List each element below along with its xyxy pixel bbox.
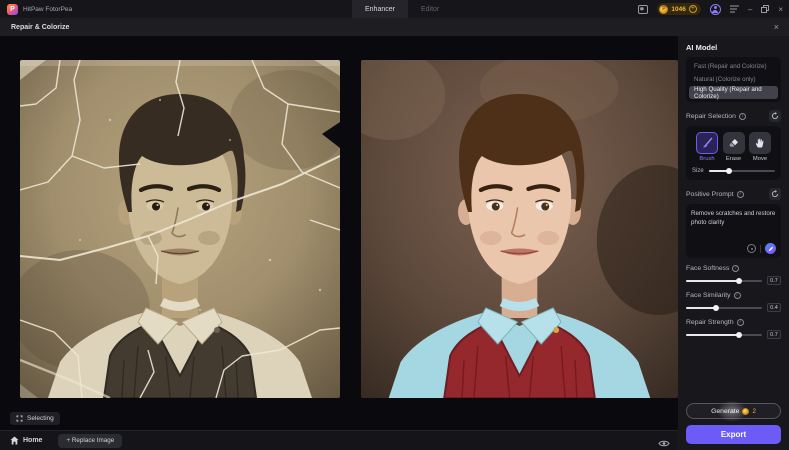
photo-before[interactable] xyxy=(20,60,340,398)
feature-header: Repair & Colorize × xyxy=(0,18,789,36)
credits-count: 1046 xyxy=(671,6,685,13)
repair-selection-label: Repair Selection i xyxy=(686,113,746,120)
tab-enhancer[interactable]: Enhancer xyxy=(352,0,408,18)
repair-strength-slider[interactable] xyxy=(686,334,762,336)
prompt-target-icon[interactable] xyxy=(747,244,756,253)
feature-title: Repair & Colorize xyxy=(11,24,69,31)
menu-icon[interactable] xyxy=(730,5,739,13)
repair-strength-thumb[interactable] xyxy=(736,332,742,338)
size-slider-thumb[interactable] xyxy=(726,168,732,174)
titlebar: P HitPaw FotorPea Enhancer Editor P 1046… xyxy=(0,0,789,18)
face-similarity-thumb[interactable] xyxy=(713,305,719,311)
model-option-fast[interactable]: Fast (Repair and Colorize) xyxy=(689,60,778,73)
prompt-text: Remove scratches and restore photo clari… xyxy=(691,209,776,228)
close-feature-icon[interactable]: × xyxy=(774,22,779,32)
size-label: Size xyxy=(692,168,704,174)
face-similarity-value[interactable]: 0.4 xyxy=(767,303,781,312)
editor-canvas: Selecting xyxy=(0,36,678,430)
eraser-icon xyxy=(728,137,740,149)
size-slider[interactable] xyxy=(709,170,775,172)
restore-button[interactable] xyxy=(761,5,769,13)
add-credits-icon[interactable]: + xyxy=(689,5,697,13)
close-button[interactable]: × xyxy=(778,5,783,14)
minimize-button[interactable]: – xyxy=(748,5,752,14)
credits-badge[interactable]: P 1046 + xyxy=(657,3,700,15)
app-logo-icon: P xyxy=(7,4,18,15)
repair-tools: Brush Erase Move Size xyxy=(686,126,781,180)
compare-eye-icon[interactable] xyxy=(658,435,670,450)
info-icon[interactable]: i xyxy=(737,191,744,198)
info-icon[interactable]: i xyxy=(739,113,746,120)
reset-selection-button[interactable] xyxy=(769,110,781,122)
erase-tool[interactable]: Erase xyxy=(722,132,746,162)
model-option-natural[interactable]: Natural (Colorize only) xyxy=(689,73,778,86)
home-button[interactable]: Home xyxy=(10,436,42,445)
home-icon xyxy=(10,436,19,445)
face-softness-control: Face Softness i 0.7 xyxy=(686,265,781,285)
ai-model-panel: AI Model Fast (Repair and Colorize) Natu… xyxy=(678,36,789,450)
photo-after[interactable] xyxy=(361,60,678,398)
status-badge-label: Selecting xyxy=(27,415,54,422)
info-icon[interactable]: i xyxy=(732,265,739,272)
repair-strength-value[interactable]: 0.7 xyxy=(767,330,781,339)
move-tool[interactable]: Move xyxy=(748,132,772,162)
face-softness-value[interactable]: 0.7 xyxy=(767,276,781,285)
face-similarity-slider[interactable] xyxy=(686,307,762,309)
face-softness-label: Face Softness i xyxy=(686,265,781,272)
repair-strength-control: Repair Strength i 0.7 xyxy=(686,319,781,339)
divider xyxy=(760,245,761,253)
generate-cost: 2 xyxy=(752,408,755,415)
mini-window-icon[interactable] xyxy=(638,5,648,14)
replace-image-button[interactable]: + Replace Image xyxy=(58,434,122,448)
brush-icon xyxy=(701,137,713,149)
app-window: P HitPaw FotorPea Enhancer Editor P 1046… xyxy=(0,0,789,450)
home-label: Home xyxy=(23,437,42,444)
repair-strength-label: Repair Strength i xyxy=(686,319,781,326)
brush-tool[interactable]: Brush xyxy=(695,132,719,162)
panel-title: AI Model xyxy=(686,43,781,52)
tab-editor[interactable]: Editor xyxy=(408,0,452,18)
positive-prompt-label: Positive Prompt i xyxy=(686,191,744,198)
face-softness-slider[interactable] xyxy=(686,280,762,282)
face-softness-thumb[interactable] xyxy=(736,278,742,284)
selection-corners-icon xyxy=(16,415,23,422)
bottom-bar: Home + Replace Image xyxy=(0,430,678,450)
positive-prompt-input[interactable]: Remove scratches and restore photo clari… xyxy=(686,204,781,258)
reset-prompt-button[interactable] xyxy=(769,188,781,200)
model-options: Fast (Repair and Colorize) Natural (Colo… xyxy=(686,57,781,102)
app-title: HitPaw FotorPea xyxy=(23,6,72,13)
hand-icon xyxy=(754,137,766,149)
status-badge: Selecting xyxy=(10,412,60,425)
face-similarity-label: Face Similarity i xyxy=(686,292,781,299)
account-icon[interactable] xyxy=(710,4,721,15)
info-icon[interactable]: i xyxy=(737,319,744,326)
coin-icon: P xyxy=(659,5,668,14)
main-tabs: Enhancer Editor xyxy=(352,0,452,18)
ai-write-icon[interactable] xyxy=(765,243,776,254)
coin-icon xyxy=(742,408,749,415)
face-similarity-control: Face Similarity i 0.4 xyxy=(686,292,781,312)
export-button[interactable]: Export xyxy=(686,425,781,444)
model-option-high-quality[interactable]: High Quality (Repair and Colorize) xyxy=(689,86,778,99)
info-icon[interactable]: i xyxy=(734,292,741,299)
generate-button[interactable]: Generate 2 xyxy=(686,403,781,419)
